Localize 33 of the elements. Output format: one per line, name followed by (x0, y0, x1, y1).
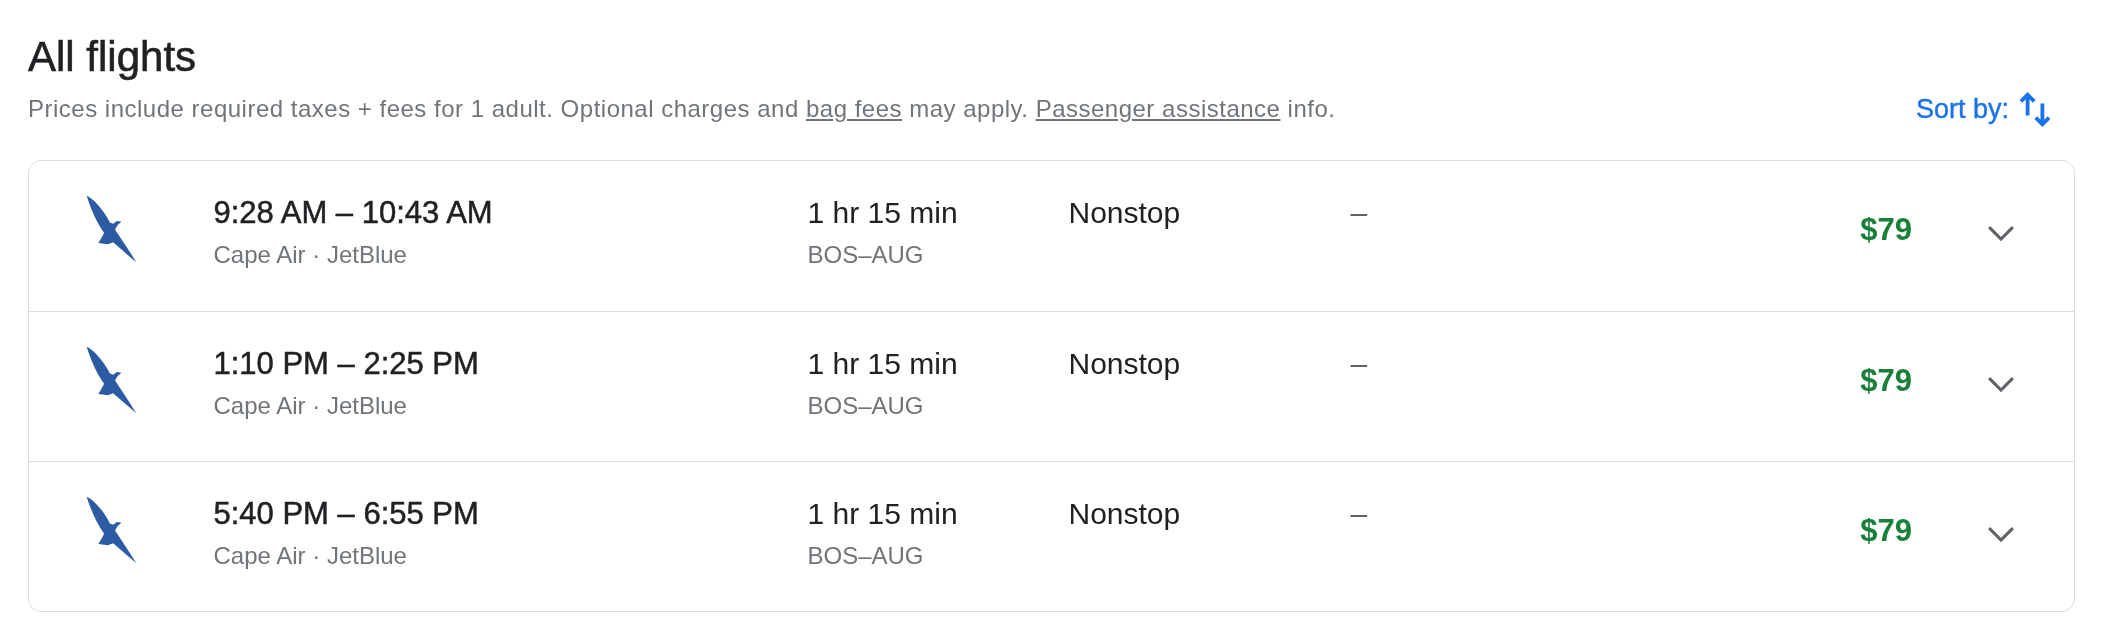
airline-names: Cape Air · JetBlue (213, 391, 407, 421)
notice-link[interactable]: Passenger assistance (1035, 95, 1281, 122)
sort-icon (2018, 89, 2052, 129)
chevron-icon (1987, 375, 2015, 392)
airline-names: Cape Air · JetBlue (213, 541, 407, 571)
chevron-icon (1987, 225, 2015, 241)
route-codes: BOS–AUG (807, 541, 924, 571)
flight-times: 9:28 AM – 10:43 AM (213, 194, 493, 232)
dash-text: – (1350, 195, 1368, 231)
bird-icon (86, 495, 137, 564)
stops-label: Nonstop (1068, 496, 1181, 532)
flight-duration: 1 hr 15 min (807, 346, 958, 382)
flight-times: 1:10 PM – 2:25 PM (213, 345, 479, 383)
notice-link[interactable]: bag fees (805, 95, 902, 122)
route-codes: BOS–AUG (807, 391, 924, 421)
section-heading: All flights (28, 32, 197, 82)
airline-names: Cape Air · JetBlue (213, 240, 407, 270)
stops-label: Nonstop (1068, 346, 1181, 382)
price: $79 (1860, 361, 1912, 400)
dash-text: – (1350, 496, 1368, 532)
flight-duration: 1 hr 15 min (807, 496, 958, 532)
dash-text: – (1350, 346, 1368, 382)
flight-times: 5:40 PM – 6:55 PM (213, 495, 479, 533)
route-codes: BOS–AUG (807, 240, 924, 270)
bird-icon (86, 195, 137, 263)
price: $79 (1860, 511, 1912, 550)
chevron-icon (1987, 525, 2015, 542)
flight-duration: 1 hr 15 min (807, 195, 958, 231)
price: $79 (1860, 211, 1912, 249)
bird-icon (86, 345, 137, 414)
price-notice: Prices include required taxes + fees for 1 adult. Optional charges and bag fees may apply. Passenger assistance info. (28, 94, 1336, 124)
stops-label: Nonstop (1068, 195, 1181, 231)
sort-button[interactable]: Sort by: (1909, 89, 2058, 129)
